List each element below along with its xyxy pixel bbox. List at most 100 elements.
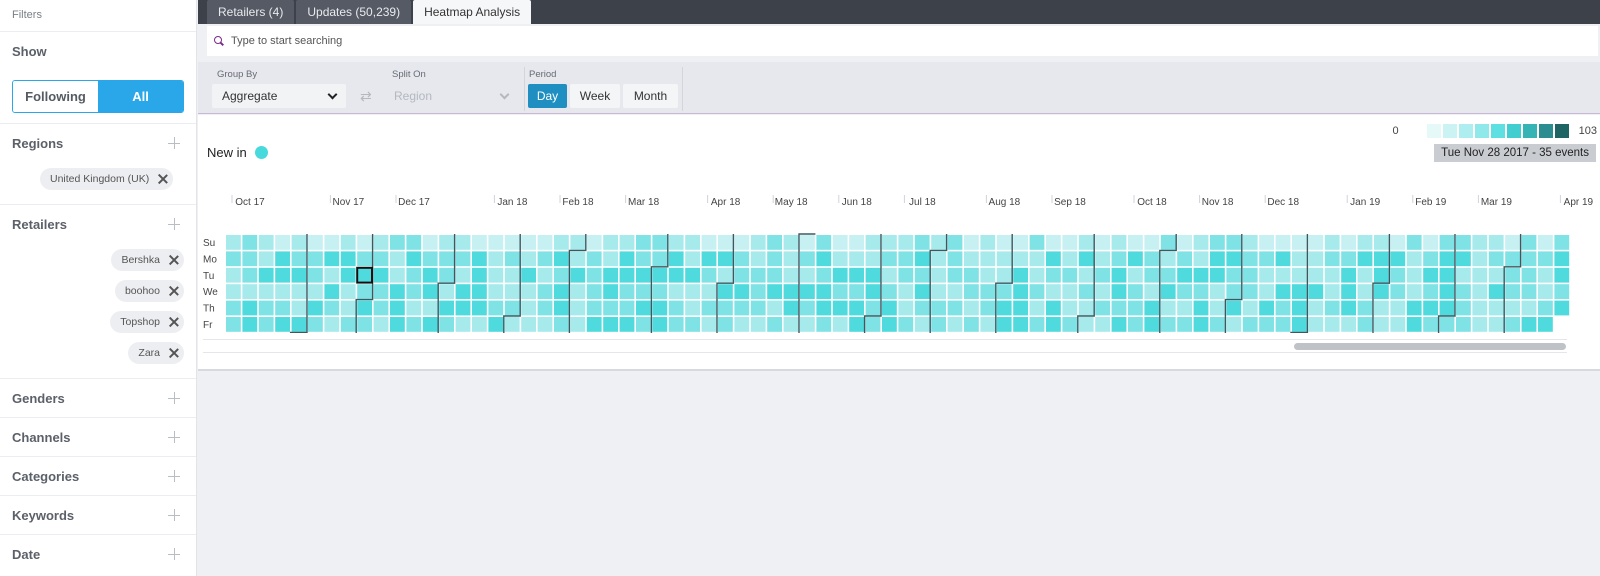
heatmap-cell[interactable] [1275, 317, 1291, 332]
heatmap-cell[interactable] [636, 284, 651, 299]
heatmap-cell[interactable] [1538, 267, 1553, 283]
heatmap-cell[interactable] [1210, 284, 1225, 299]
heatmap-cell[interactable] [226, 300, 241, 316]
heatmap-cell[interactable] [586, 267, 602, 283]
heatmap-cell[interactable] [767, 251, 782, 267]
regions-heading[interactable]: Regions [0, 124, 196, 162]
heatmap-cell[interactable] [1521, 267, 1537, 283]
heatmap-cell[interactable] [373, 251, 389, 267]
heatmap-cell[interactable] [1538, 317, 1553, 332]
remove-chip-icon[interactable] [168, 255, 178, 265]
heatmap-cell[interactable] [1538, 251, 1553, 267]
heatmap-cell[interactable] [1013, 300, 1028, 316]
heatmap-cell[interactable] [357, 284, 372, 299]
heatmap-cell[interactable] [636, 235, 651, 250]
heatmap-cell[interactable] [1439, 267, 1455, 283]
heatmap-cell[interactable] [1439, 284, 1455, 299]
heatmap-cell[interactable] [816, 300, 832, 316]
heatmap-cell[interactable] [931, 284, 946, 299]
heatmap-cell[interactable] [849, 284, 864, 299]
heatmap-cell[interactable] [636, 267, 651, 283]
heatmap-cell[interactable] [1456, 284, 1471, 299]
heatmap-cell[interactable] [980, 267, 996, 283]
heatmap-cell[interactable] [914, 317, 930, 332]
genders-section[interactable]: Genders [0, 379, 196, 418]
heatmap-cell[interactable] [996, 267, 1012, 283]
heatmap-cell[interactable] [357, 317, 372, 332]
heatmap-cell[interactable] [570, 317, 586, 332]
heatmap-cell[interactable] [242, 284, 258, 299]
heatmap-cell[interactable] [898, 284, 914, 299]
heatmap-cell[interactable] [931, 235, 946, 250]
heatmap-cell[interactable] [1210, 251, 1225, 267]
heatmap-cell[interactable] [1111, 267, 1127, 283]
heatmap-cell[interactable] [1160, 267, 1176, 283]
heatmap-cell[interactable] [1177, 267, 1192, 283]
heatmap-cell[interactable] [668, 317, 684, 332]
heatmap-cell[interactable] [406, 267, 422, 283]
heatmap-cell[interactable] [1144, 235, 1160, 250]
heatmap-cell[interactable] [570, 267, 586, 283]
heatmap-cell[interactable] [373, 235, 389, 250]
heatmap-cell[interactable] [1439, 317, 1455, 332]
heatmap-cell[interactable] [1341, 251, 1356, 267]
heatmap-cell[interactable] [291, 235, 307, 250]
heatmap-cell[interactable] [1324, 284, 1340, 299]
heatmap-cell[interactable] [472, 317, 487, 332]
heatmap-cell[interactable] [800, 284, 815, 299]
heatmap-cell[interactable] [1242, 284, 1258, 299]
heatmap-cell[interactable] [1472, 267, 1488, 283]
heatmap-cell[interactable] [1472, 284, 1488, 299]
heatmap-cell[interactable] [898, 235, 914, 250]
tab-retailers[interactable]: Retailers (4) [207, 0, 295, 24]
heatmap-cell[interactable] [947, 284, 963, 299]
heatmap-cell[interactable] [1554, 284, 1570, 299]
heatmap-cell[interactable] [1160, 317, 1176, 332]
all-button[interactable]: All [98, 81, 183, 112]
add-keyword-icon[interactable] [168, 509, 180, 521]
heatmap-cell[interactable] [504, 267, 520, 283]
heatmap-cell[interactable] [1210, 317, 1225, 332]
heatmap-cell[interactable] [1193, 300, 1209, 316]
heatmap-cell[interactable] [750, 251, 766, 267]
heatmap-cell[interactable] [308, 267, 323, 283]
heatmap-cell[interactable] [980, 251, 996, 267]
heatmap-cell[interactable] [750, 300, 766, 316]
heatmap-cell[interactable] [1177, 284, 1192, 299]
heatmap-cell[interactable] [882, 317, 897, 332]
heatmap-cell[interactable] [1505, 267, 1520, 283]
heatmap-cell[interactable] [1128, 267, 1143, 283]
heatmap-cell[interactable] [1078, 251, 1094, 267]
heatmap-cell[interactable] [406, 235, 422, 250]
heatmap-cell[interactable] [685, 300, 700, 316]
heatmap-cell[interactable] [865, 317, 881, 332]
heatmap-cell[interactable] [619, 300, 635, 316]
heatmap-cell[interactable] [849, 267, 864, 283]
heatmap-cell[interactable] [1160, 284, 1176, 299]
heatmap-cell[interactable] [488, 300, 504, 316]
heatmap-cell[interactable] [1292, 235, 1307, 250]
heatmap-cell[interactable] [800, 267, 815, 283]
scrollbar-thumb[interactable] [1294, 343, 1567, 350]
heatmap-cell[interactable] [1292, 284, 1307, 299]
heatmap-cell[interactable] [1046, 251, 1061, 267]
heatmap-cell[interactable] [1292, 267, 1307, 283]
heatmap-cell[interactable] [767, 300, 782, 316]
heatmap-cell[interactable] [1374, 251, 1389, 267]
heatmap-cell[interactable] [1308, 317, 1324, 332]
heatmap-cell[interactable] [422, 317, 438, 332]
heatmap-cell[interactable] [1324, 267, 1340, 283]
heatmap-cell[interactable] [1111, 284, 1127, 299]
heatmap-cell[interactable] [1046, 235, 1061, 250]
heatmap-cell[interactable] [1390, 251, 1406, 267]
heatmap-cell[interactable] [685, 317, 700, 332]
heatmap-cell[interactable] [1177, 317, 1192, 332]
heatmap-cell[interactable] [914, 267, 930, 283]
heatmap-cell[interactable] [291, 251, 307, 267]
heatmap-cell[interactable] [1423, 317, 1438, 332]
heatmap-cell[interactable] [472, 235, 487, 250]
heatmap-cell[interactable] [914, 284, 930, 299]
group-by-select[interactable]: Aggregate [212, 84, 346, 108]
heatmap-cell[interactable] [1226, 300, 1242, 316]
heatmap-cell[interactable] [275, 251, 290, 267]
